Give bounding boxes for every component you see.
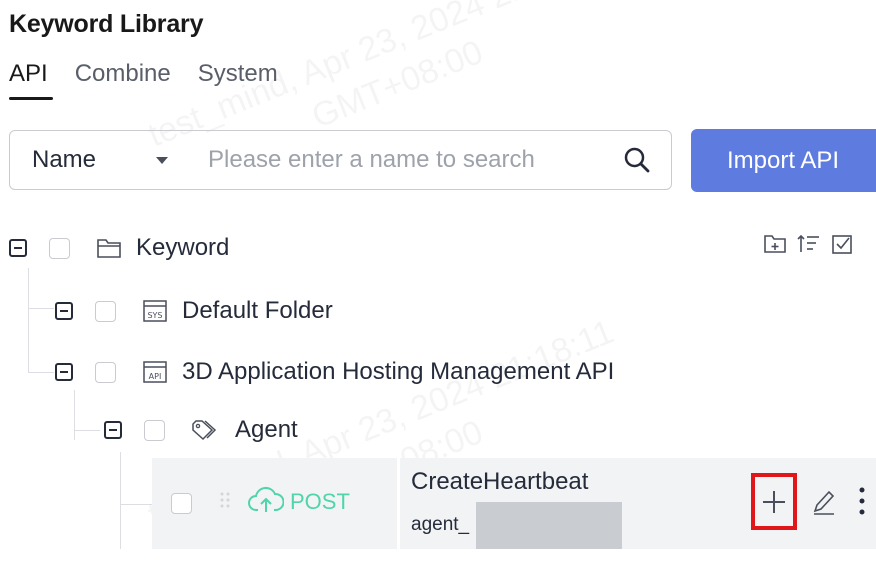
api-folder-icon: API (142, 360, 168, 384)
batch-select-icon[interactable] (831, 233, 855, 260)
tab-bar: API Combine System (9, 60, 305, 100)
tree-guide (28, 308, 54, 309)
add-button[interactable] (751, 473, 797, 530)
tree-node-label: Keyword (136, 234, 230, 261)
api-name: CreateHeartbeat (411, 468, 589, 495)
tab-combine[interactable]: Combine (75, 60, 171, 100)
tree-guide (28, 372, 54, 373)
folder-icon (96, 237, 122, 259)
tree-node-folder[interactable]: SYS Default Folder (55, 291, 333, 331)
page-title: Keyword Library (9, 10, 204, 38)
search-icon[interactable] (623, 146, 651, 174)
tree-guide (28, 268, 29, 373)
tree-node-label: Agent (235, 416, 298, 443)
drag-handle-icon[interactable] (220, 491, 230, 518)
sys-folder-icon: SYS (142, 299, 168, 323)
tree-toolbar (763, 233, 855, 260)
svg-text:API: API (149, 372, 162, 381)
sort-icon[interactable] (797, 233, 821, 260)
cloud-upload-icon (248, 484, 285, 519)
tree-node-label: 3D Application Hosting Management API (182, 358, 615, 385)
checkbox[interactable] (144, 419, 165, 441)
more-icon[interactable] (857, 484, 867, 523)
search-field-select[interactable]: Name (10, 146, 206, 174)
redaction-mask (476, 502, 622, 549)
svg-text:SYS: SYS (147, 311, 162, 320)
tree-node-group[interactable]: Agent (104, 410, 298, 450)
search-box: Name (9, 130, 672, 190)
api-list-item[interactable]: POST CreateHeartbeat agent_ (152, 458, 876, 549)
collapse-icon[interactable] (55, 363, 73, 381)
tree-node-folder[interactable]: API 3D Application Hosting Management AP… (55, 352, 614, 392)
collapse-icon[interactable] (9, 239, 27, 257)
divider (397, 458, 400, 549)
collapse-icon[interactable] (104, 421, 122, 439)
checkbox[interactable] (95, 300, 116, 322)
edit-icon[interactable] (810, 486, 838, 521)
api-path: agent_ (411, 514, 470, 535)
http-method: POST (248, 484, 350, 519)
import-api-button[interactable]: Import API (691, 129, 876, 192)
tree-guide (120, 504, 152, 505)
checkbox[interactable] (171, 493, 192, 514)
tree-node-label: Default Folder (182, 297, 333, 324)
search-input[interactable] (206, 130, 623, 190)
tree-guide (74, 390, 75, 440)
caret-down-icon (156, 156, 169, 164)
tag-icon (191, 418, 221, 442)
add-folder-icon[interactable] (763, 233, 787, 260)
method-label: POST (290, 488, 350, 514)
tab-api[interactable]: API (9, 60, 53, 100)
search-field-value: Name (32, 146, 97, 173)
tree-node-root[interactable]: Keyword (9, 228, 229, 268)
plus-icon (763, 490, 785, 513)
checkbox[interactable] (49, 237, 70, 259)
collapse-icon[interactable] (55, 302, 73, 320)
tab-system[interactable]: System (198, 60, 278, 100)
checkbox[interactable] (95, 361, 116, 383)
tree-guide (74, 430, 100, 431)
tree-guide (120, 452, 121, 549)
